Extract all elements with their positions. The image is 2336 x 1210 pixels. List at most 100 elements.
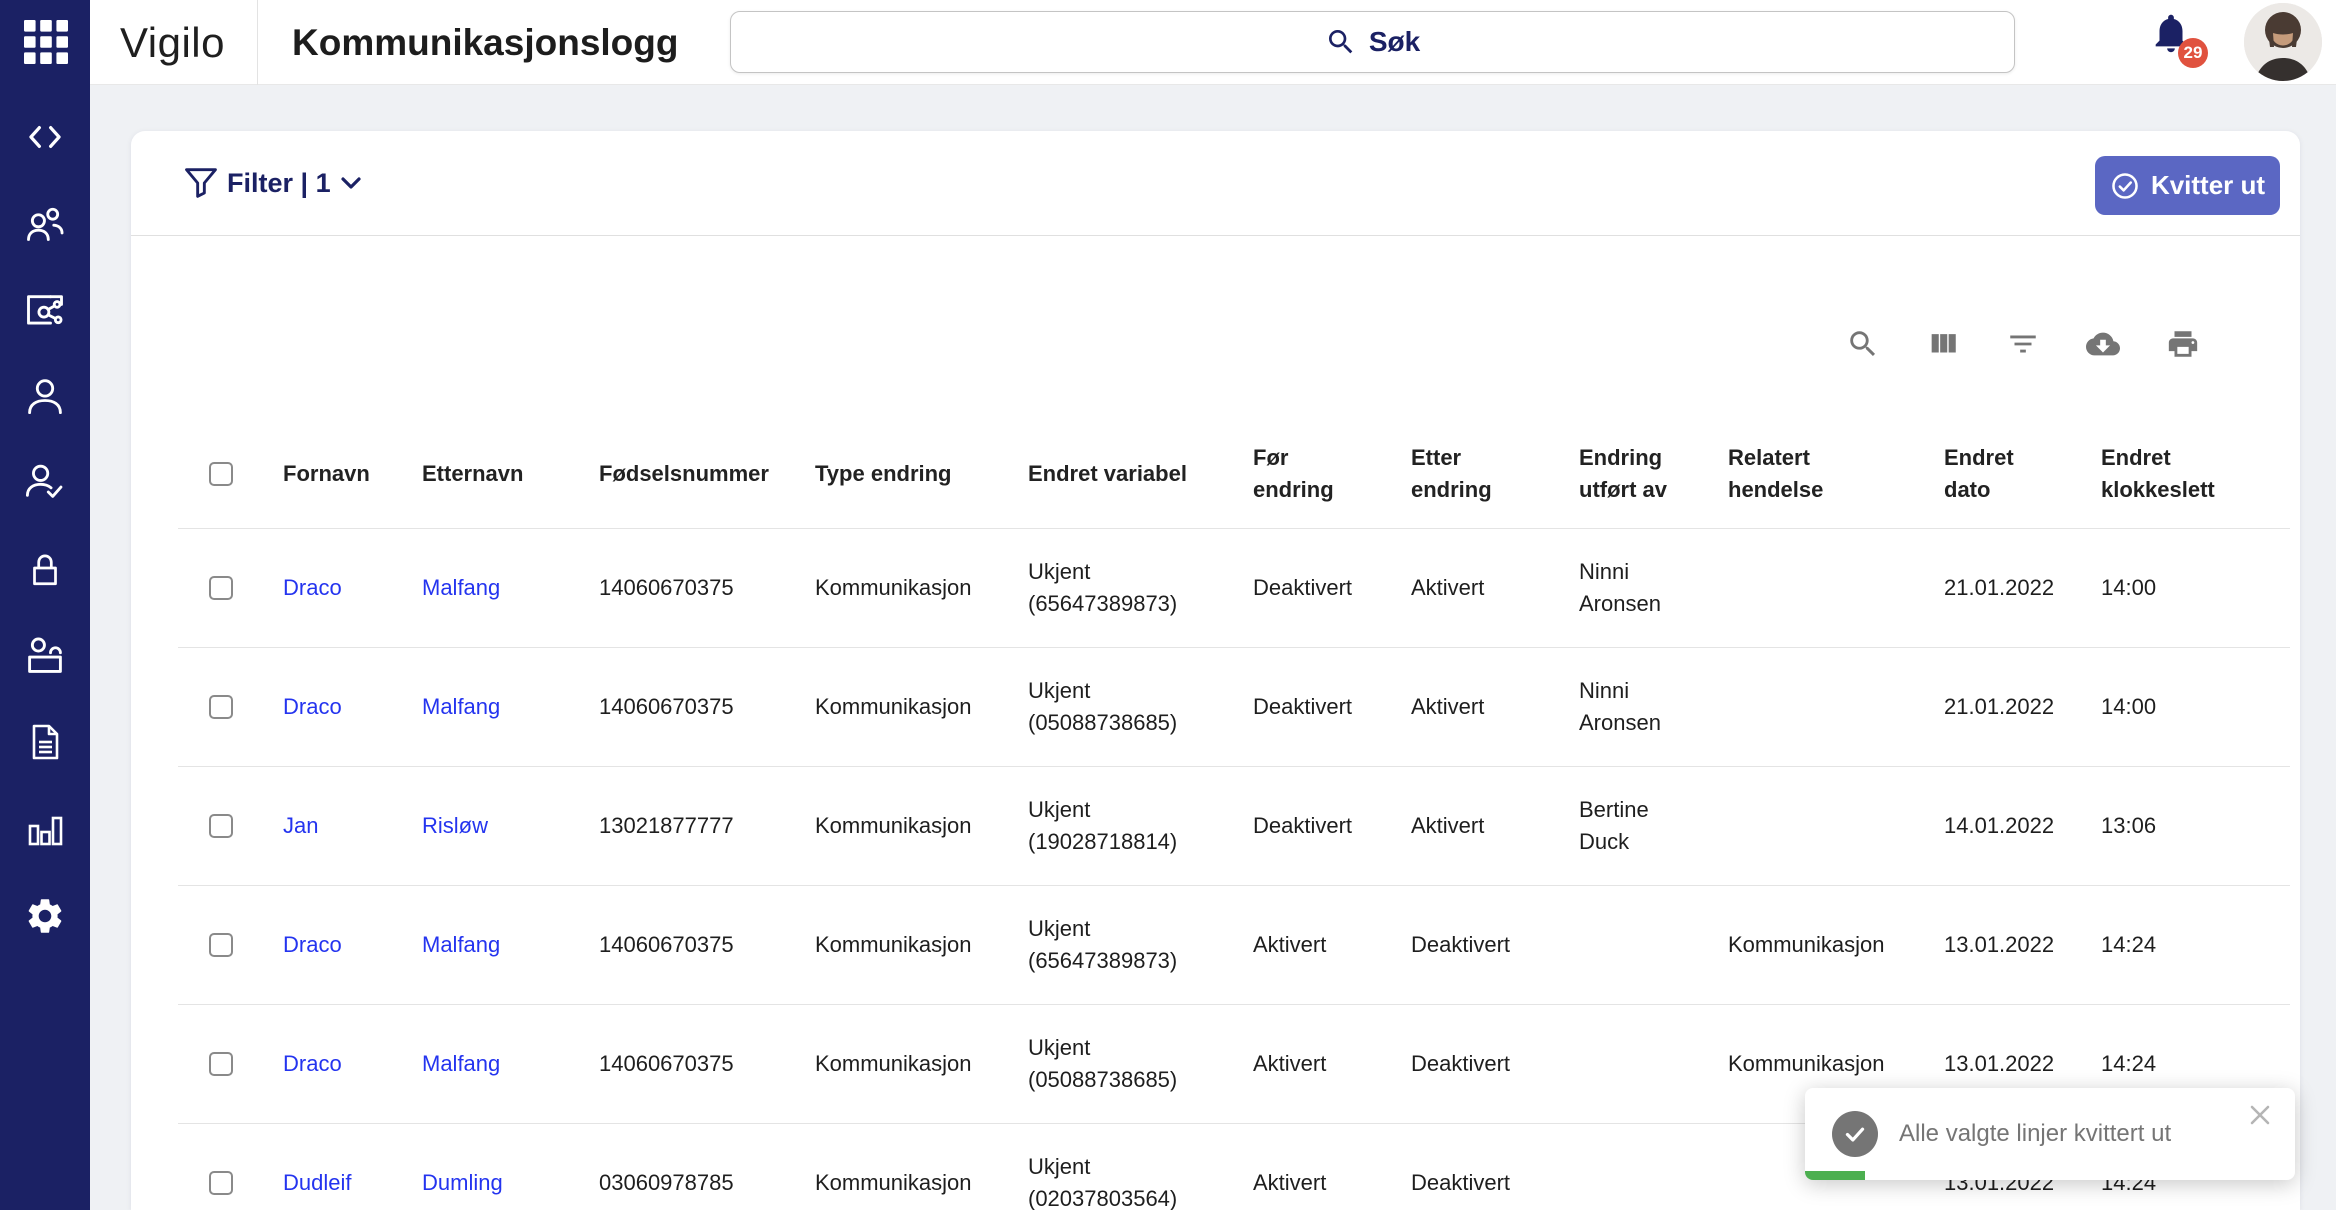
apps-grid-icon: [24, 20, 68, 64]
toast-check-icon: [1832, 1111, 1878, 1157]
table-row: DracoMalfang14060670375KommunikasjonUkje…: [178, 648, 2290, 767]
cell: Deaktivert: [1411, 929, 1579, 961]
cell: Aktivert: [1253, 1048, 1411, 1080]
top-header: Vigilo Kommunikasjonslogg Søk 29: [90, 0, 2336, 85]
table-search-icon[interactable]: [1846, 327, 1880, 361]
notifications-button[interactable]: 29: [2148, 10, 2208, 74]
checkbox-cell: [178, 1171, 283, 1195]
sidebar-item-screen-share[interactable]: [23, 289, 67, 333]
toast-progress-bar: [1805, 1171, 1865, 1180]
sidebar-item-collapse[interactable]: [23, 115, 67, 159]
sidebar-item-person-check[interactable]: [23, 459, 67, 503]
divider: [131, 235, 2300, 236]
column-header[interactable]: Type endring: [815, 458, 1028, 490]
cell: 14060670375: [599, 691, 815, 723]
person-check-icon: [23, 461, 67, 501]
sidebar: [0, 0, 90, 1210]
column-header[interactable]: Endret dato: [1944, 442, 2101, 506]
cell: 14:24: [2101, 929, 2290, 961]
row-checkbox[interactable]: [209, 933, 233, 957]
cell: Kommunikasjon: [1728, 1048, 1944, 1080]
cell: Ukjent (05088738685): [1028, 1032, 1253, 1096]
filter-funnel-icon[interactable]: [181, 163, 221, 203]
sidebar-item-settings[interactable]: [23, 894, 67, 938]
avatar-photo: [2244, 3, 2322, 81]
cell: Deaktivert: [1411, 1048, 1579, 1080]
group-icon: [23, 203, 67, 243]
cell: 13021877777: [599, 810, 815, 842]
column-header[interactable]: Etter endring: [1411, 442, 1579, 506]
cell-link[interactable]: Draco: [283, 929, 422, 961]
column-header[interactable]: Endring utført av: [1579, 442, 1728, 506]
sidebar-item-statistics[interactable]: [23, 808, 67, 852]
user-avatar[interactable]: [2244, 3, 2322, 81]
cell: Deaktivert: [1253, 572, 1411, 604]
cell-link[interactable]: Malfang: [422, 572, 599, 604]
cell: 13.01.2022: [1944, 929, 2101, 961]
download-icon[interactable]: [2086, 327, 2120, 361]
search-input[interactable]: Søk: [730, 11, 2015, 73]
row-checkbox[interactable]: [209, 576, 233, 600]
close-icon[interactable]: [2245, 1100, 2275, 1130]
toast-notification: Alle valgte linjer kvittert ut: [1805, 1088, 2295, 1180]
sidebar-item-lock[interactable]: [23, 547, 67, 591]
sidebar-item-apps[interactable]: [24, 20, 68, 64]
cell: 14:24: [2101, 1048, 2290, 1080]
cell: Kommunikasjon: [815, 572, 1028, 604]
cell-link[interactable]: Jan: [283, 810, 422, 842]
cell: Kommunikasjon: [815, 1048, 1028, 1080]
cell: 21.01.2022: [1944, 691, 2101, 723]
sidebar-item-person[interactable]: [23, 373, 67, 417]
cell: Deaktivert: [1411, 1167, 1579, 1199]
cell: Kommunikasjon: [1728, 929, 1944, 961]
sidebar-item-reception[interactable]: [23, 634, 67, 678]
cell-link[interactable]: Draco: [283, 691, 422, 723]
sidebar-item-group[interactable]: [23, 201, 67, 245]
table-row: DracoMalfang14060670375KommunikasjonUkje…: [178, 886, 2290, 1005]
print-icon[interactable]: [2166, 327, 2200, 361]
notification-count-badge: 29: [2178, 38, 2208, 68]
column-header[interactable]: Før endring: [1253, 442, 1411, 506]
checkbox-cell: [178, 933, 283, 957]
filter-dropdown-label[interactable]: Filter | 1: [227, 131, 331, 235]
cell: Ukjent (19028718814): [1028, 794, 1253, 858]
cell-link[interactable]: Draco: [283, 1048, 422, 1080]
cell-link[interactable]: Draco: [283, 572, 422, 604]
column-header[interactable]: Relatert hendelse: [1728, 442, 1944, 506]
cell: Aktivert: [1411, 572, 1579, 604]
select-all-checkbox[interactable]: [209, 462, 233, 486]
collapse-chevrons-icon: [25, 122, 65, 152]
columns-icon[interactable]: [1926, 327, 1960, 361]
sidebar-item-document[interactable]: [23, 720, 67, 764]
table-toolbar: [1846, 327, 2200, 361]
column-header[interactable]: Fødselsnummer: [599, 458, 815, 490]
cell-link[interactable]: Dudleif: [283, 1167, 422, 1199]
cell-link[interactable]: Risløw: [422, 810, 599, 842]
cell-link[interactable]: Malfang: [422, 691, 599, 723]
cell-link[interactable]: Dumling: [422, 1167, 599, 1199]
column-header[interactable]: Fornavn: [283, 458, 422, 490]
cell-link[interactable]: Malfang: [422, 929, 599, 961]
cell: 14060670375: [599, 929, 815, 961]
row-checkbox[interactable]: [209, 814, 233, 838]
filter-bar: Filter | 1 Kvitter ut: [131, 131, 2300, 235]
settings-gear-icon: [24, 895, 66, 937]
column-header[interactable]: Etternavn: [422, 458, 599, 490]
filter-list-icon[interactable]: [2006, 327, 2040, 361]
screen-share-icon: [23, 291, 67, 331]
row-checkbox[interactable]: [209, 1171, 233, 1195]
cell-link[interactable]: Malfang: [422, 1048, 599, 1080]
chevron-down-icon[interactable]: [336, 171, 366, 195]
cell: 14060670375: [599, 1048, 815, 1080]
acknowledge-button[interactable]: Kvitter ut: [2095, 156, 2280, 215]
table-row: JanRisløw13021877777KommunikasjonUkjent …: [178, 767, 2290, 886]
cell: Ukjent (02037803564): [1028, 1151, 1253, 1210]
row-checkbox[interactable]: [209, 1052, 233, 1076]
cell: Kommunikasjon: [815, 1167, 1028, 1199]
column-header[interactable]: Endret variabel: [1028, 458, 1253, 490]
row-checkbox[interactable]: [209, 695, 233, 719]
cell: Kommunikasjon: [815, 691, 1028, 723]
cell: Aktivert: [1411, 691, 1579, 723]
column-header[interactable]: Endret klokkeslett: [2101, 442, 2290, 506]
cell: 21.01.2022: [1944, 572, 2101, 604]
